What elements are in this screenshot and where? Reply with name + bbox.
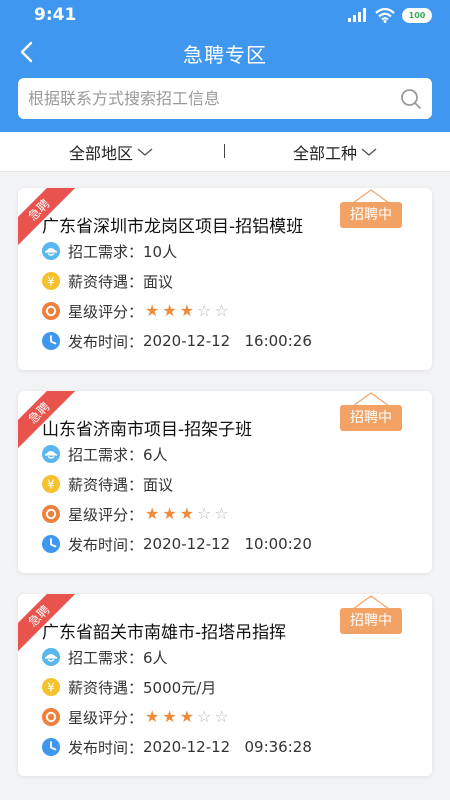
job-type-filter[interactable]: 全部工种 [293, 132, 377, 172]
wifi-icon [375, 7, 395, 23]
svg-text:¥: ¥ [47, 478, 55, 492]
job-card[interactable]: 急聘 招聘中 广东省深圳市龙岗区项目-招铝模班 招工需求： 10人 ¥ 薪资待遇… [18, 188, 432, 370]
rating-row: 星级评分： ★ ★ ★ ☆ ☆ [42, 300, 229, 322]
page-title: 急聘专区 [183, 43, 267, 67]
search-input[interactable] [28, 78, 388, 119]
demand-label: 招工需求： [68, 242, 144, 261]
star-filled-icon: ★ [162, 301, 177, 320]
publish-label: 发布时间： [68, 332, 144, 351]
salary-label: 薪资待遇： [68, 678, 144, 697]
worker-icon [42, 242, 60, 260]
job-title: 广东省深圳市龙岗区项目-招铝模班 [42, 217, 304, 237]
svg-text:¥: ¥ [47, 275, 55, 289]
demand-row: 招工需求： 6人 [42, 443, 168, 465]
yuan-coin-icon: ¥ [42, 678, 60, 696]
clock-icon [42, 535, 60, 553]
status-bar: 9:41 100 [0, 0, 450, 30]
salary-row: ¥ 薪资待遇： 面议 [42, 270, 173, 292]
publish-time: 2020-12-12 16:00:26 [143, 332, 312, 350]
hiring-status-tag: 招聘中 [340, 405, 402, 431]
chevron-down-icon [361, 148, 377, 156]
nav-bar: 急聘专区 [0, 30, 450, 74]
header: 9:41 100 急聘专区 [0, 0, 450, 132]
star-filled-icon: ★ [162, 707, 177, 726]
region-filter[interactable]: 全部地区 [69, 132, 153, 172]
job-title: 山东省济南市项目-招架子班 [42, 420, 253, 440]
salary-value: 5000元/月 [143, 678, 217, 697]
publish-label: 发布时间： [68, 738, 144, 757]
publish-row: 发布时间： 2020-12-12 10:00:20 [42, 533, 312, 555]
star-filled-icon: ★ [145, 707, 160, 726]
status-time: 9:41 [34, 5, 77, 25]
publish-row: 发布时间： 2020-12-12 09:36:28 [42, 736, 312, 758]
rating-badge-icon [42, 708, 60, 726]
rating-label: 星级评分： [68, 708, 144, 727]
yuan-coin-icon: ¥ [42, 272, 60, 290]
hiring-status-tag: 招聘中 [340, 202, 402, 228]
demand-label: 招工需求： [68, 648, 144, 667]
job-type-filter-label: 全部工种 [293, 144, 358, 163]
star-filled-icon: ★ [179, 504, 195, 523]
search-icon[interactable] [400, 88, 422, 110]
chevron-down-icon [137, 148, 153, 156]
demand-value: 10人 [143, 242, 178, 261]
star-filled-icon: ★ [162, 504, 177, 523]
star-empty-icon: ☆ [197, 301, 212, 320]
salary-label: 薪资待遇： [68, 272, 144, 291]
signal-icon [348, 8, 366, 22]
star-empty-icon: ☆ [214, 301, 229, 320]
publish-time: 2020-12-12 10:00:20 [143, 535, 312, 553]
worker-icon [42, 648, 60, 666]
job-card[interactable]: 急聘 招聘中 广东省韶关市南雄市-招塔吊指挥 招工需求： 6人 ¥ 薪资待遇： … [18, 594, 432, 776]
filter-bar: 全部地区 全部工种 [0, 132, 450, 172]
hiring-status-tag: 招聘中 [340, 608, 402, 634]
star-rating: ★ ★ ★ ☆ ☆ [145, 709, 229, 725]
publish-time: 2020-12-12 09:36:28 [143, 738, 312, 756]
job-card[interactable]: 急聘 招聘中 山东省济南市项目-招架子班 招工需求： 6人 ¥ 薪资待遇： 面议… [18, 391, 432, 573]
rating-label: 星级评分： [68, 505, 144, 524]
worker-icon [42, 445, 60, 463]
star-filled-icon: ★ [145, 504, 160, 523]
rating-row: 星级评分： ★ ★ ★ ☆ ☆ [42, 706, 229, 728]
star-rating: ★ ★ ★ ☆ ☆ [145, 303, 229, 319]
battery-indicator: 100 [402, 7, 432, 23]
rating-row: 星级评分： ★ ★ ★ ☆ ☆ [42, 503, 229, 525]
rating-badge-icon [42, 505, 60, 523]
job-title: 广东省韶关市南雄市-招塔吊指挥 [42, 623, 287, 643]
publish-row: 发布时间： 2020-12-12 16:00:26 [42, 330, 312, 352]
star-empty-icon: ☆ [197, 707, 212, 726]
demand-row: 招工需求： 6人 [42, 646, 168, 668]
star-filled-icon: ★ [179, 301, 195, 320]
demand-value: 6人 [143, 445, 168, 464]
star-empty-icon: ☆ [214, 707, 229, 726]
search-box [18, 78, 432, 119]
star-filled-icon: ★ [179, 707, 195, 726]
publish-label: 发布时间： [68, 535, 144, 554]
salary-value: 面议 [143, 272, 174, 291]
salary-row: ¥ 薪资待遇： 5000元/月 [42, 676, 216, 698]
salary-value: 面议 [143, 475, 174, 494]
star-empty-icon: ☆ [197, 504, 212, 523]
star-filled-icon: ★ [145, 301, 160, 320]
svg-text:¥: ¥ [47, 681, 55, 695]
filter-divider [224, 144, 225, 158]
region-filter-label: 全部地区 [69, 144, 134, 163]
status-icons: 100 [348, 7, 432, 23]
star-rating: ★ ★ ★ ☆ ☆ [145, 506, 229, 522]
star-empty-icon: ☆ [214, 504, 229, 523]
salary-label: 薪资待遇： [68, 475, 144, 494]
yuan-coin-icon: ¥ [42, 475, 60, 493]
demand-label: 招工需求： [68, 445, 144, 464]
salary-row: ¥ 薪资待遇： 面议 [42, 473, 173, 495]
clock-icon [42, 332, 60, 350]
rating-label: 星级评分： [68, 302, 144, 321]
rating-badge-icon [42, 302, 60, 320]
demand-row: 招工需求： 10人 [42, 240, 177, 262]
clock-icon [42, 738, 60, 756]
demand-value: 6人 [143, 648, 168, 667]
